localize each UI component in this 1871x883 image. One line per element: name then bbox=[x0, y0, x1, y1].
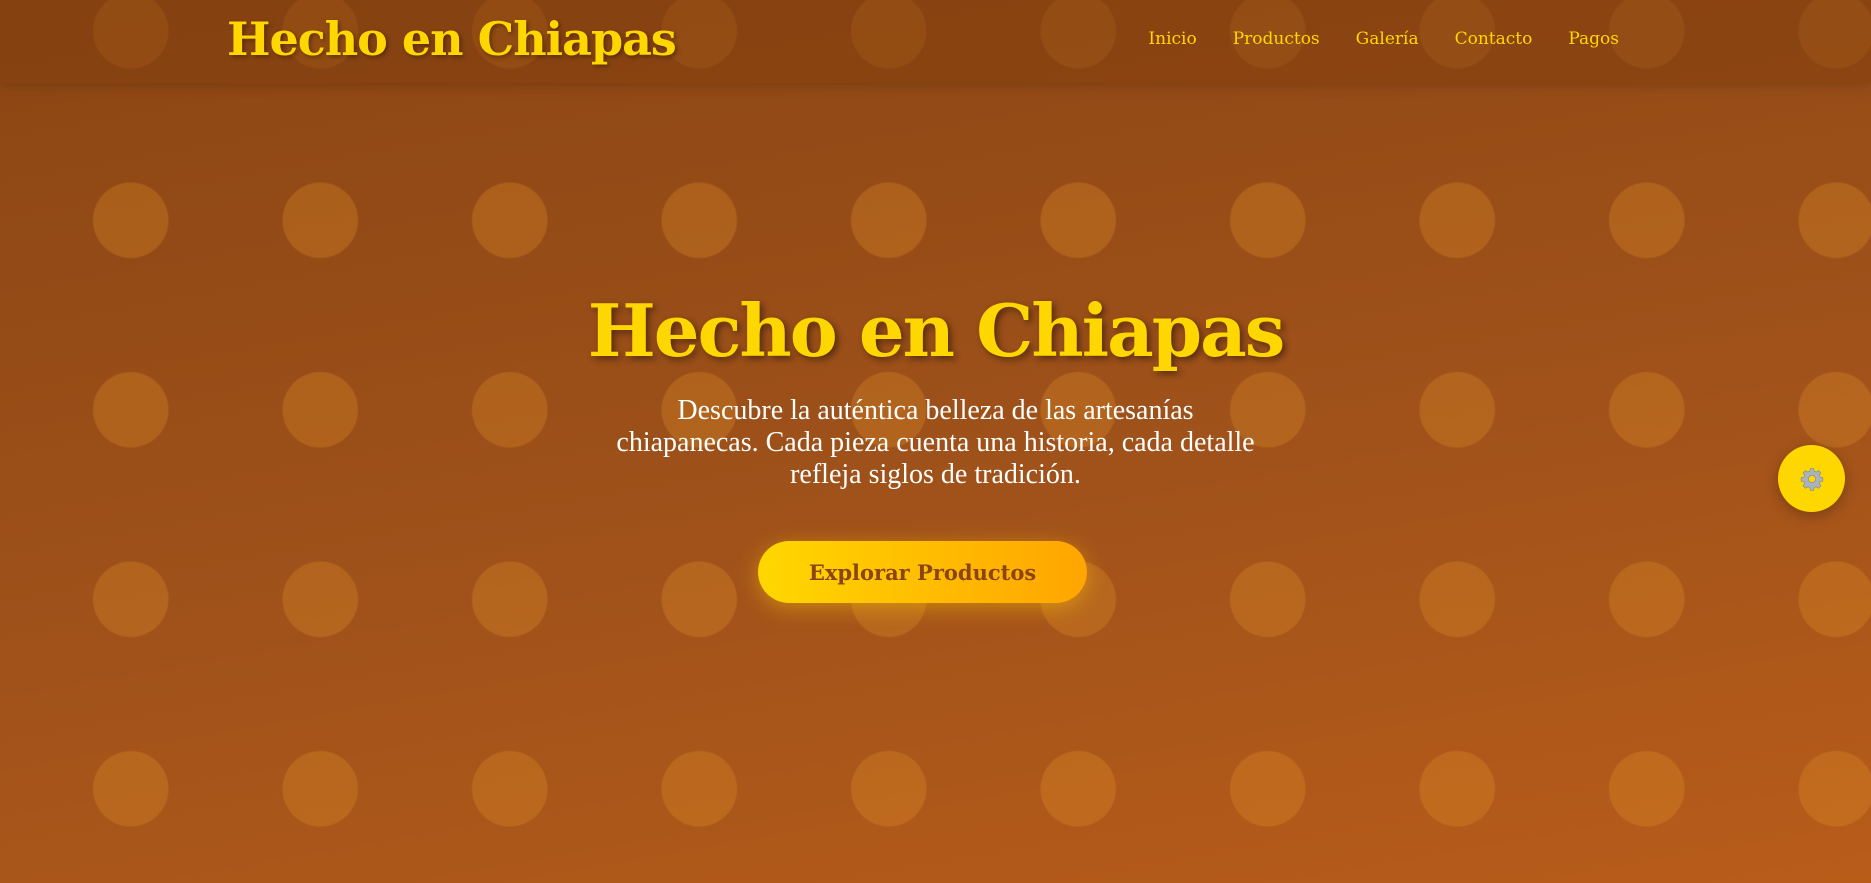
hero-description: Descubre la auténtica belleza de las art… bbox=[616, 395, 1255, 490]
nav-link-productos[interactable]: Productos bbox=[1233, 27, 1320, 51]
nav-link-inicio[interactable]: Inicio bbox=[1148, 27, 1196, 51]
explore-products-button[interactable]: Explorar Productos bbox=[758, 541, 1087, 603]
gear-icon bbox=[1800, 467, 1823, 491]
navbar: Hecho en Chiapas Inicio Productos Galerí… bbox=[0, 0, 1871, 83]
site-logo[interactable]: Hecho en Chiapas bbox=[227, 8, 677, 70]
nav-link-galeria[interactable]: Galería bbox=[1356, 27, 1419, 51]
main-nav: Inicio Productos Galería Contacto Pagos bbox=[1148, 27, 1619, 51]
settings-floating-button[interactable] bbox=[1778, 445, 1845, 512]
nav-link-pagos[interactable]: Pagos bbox=[1568, 27, 1619, 51]
nav-link-contacto[interactable]: Contacto bbox=[1455, 27, 1533, 51]
hero-section: Hecho en Chiapas Descubre la auténtica b… bbox=[0, 83, 1871, 883]
hero-title: Hecho en Chiapas bbox=[587, 288, 1286, 373]
